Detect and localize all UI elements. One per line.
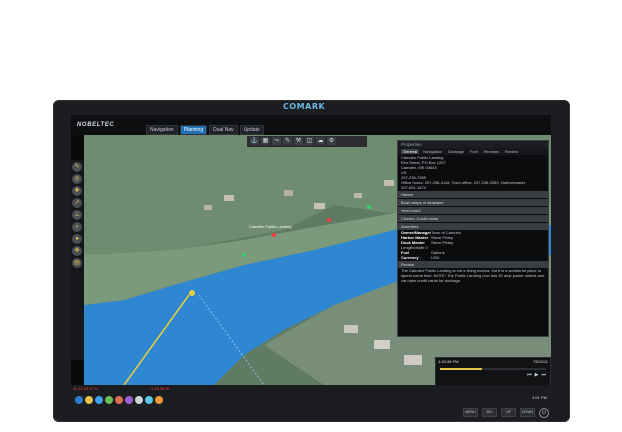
chart-icon[interactable] bbox=[105, 395, 113, 404]
rewind-icon[interactable]: ⏮ bbox=[527, 372, 532, 378]
app-logo: NOBELTEC bbox=[77, 122, 115, 128]
media-date: 7/5/2011 bbox=[532, 359, 548, 364]
weather-icon[interactable]: ☁ bbox=[316, 137, 325, 145]
settings-icon[interactable]: ⚙ bbox=[327, 137, 336, 145]
power-icon[interactable]: ⏻ bbox=[539, 408, 549, 418]
start-icon[interactable] bbox=[75, 395, 83, 404]
pencil-icon[interactable]: ✎ bbox=[72, 162, 82, 172]
app-topbar: NOBELTEC Navigation Planning Dual Nav Up… bbox=[71, 115, 551, 135]
hardware-buttons: MENU SEL UP DOWN ⏻ bbox=[463, 408, 549, 418]
app-icon[interactable] bbox=[155, 395, 163, 404]
playback-controls: ⏮ ▶ ⏭ bbox=[527, 372, 546, 378]
left-toolbar: ✎ ◎ ✚ ↗ ⟂ ⌕ ● ✥ ▤ bbox=[71, 160, 84, 360]
building bbox=[314, 203, 325, 209]
map-label: Camden Public Landing bbox=[249, 224, 291, 229]
panel-title: Properties bbox=[398, 141, 548, 148]
tab-navigation[interactable]: Navigation bbox=[146, 125, 178, 135]
system-tray-clock: 4:51 PM bbox=[532, 395, 547, 400]
taskbar bbox=[71, 394, 551, 405]
status-left: 11 23 10.47 N bbox=[73, 386, 98, 391]
hw-sel-button[interactable]: SEL bbox=[482, 408, 497, 417]
screen: NOBELTEC Navigation Planning Dual Nav Up… bbox=[71, 115, 551, 405]
section-header: Harbor bbox=[398, 191, 548, 198]
play-icon[interactable]: ▶ bbox=[535, 372, 539, 378]
forward-icon[interactable]: ⏭ bbox=[541, 372, 546, 378]
measure-icon[interactable]: ⟂ bbox=[72, 210, 82, 220]
review-text: The Camden Public Landing is not a fixin… bbox=[401, 268, 545, 283]
ptab-fuel[interactable]: Fuel bbox=[468, 149, 480, 154]
fuel-row: Currency USD bbox=[398, 255, 548, 260]
address-block: Camden Public Landing Elm Street, PO Box… bbox=[398, 155, 548, 190]
building bbox=[374, 340, 390, 349]
map-toolbar: ⚓ ▦ ⤳ ✎ ⚒ ◫ ☁ ⚙ bbox=[247, 136, 367, 147]
seek-bar[interactable] bbox=[440, 368, 546, 370]
fuel-key: Currency bbox=[401, 255, 419, 260]
tab-dual-nav[interactable]: Dual Nav bbox=[209, 125, 238, 135]
circle-icon[interactable]: ● bbox=[72, 234, 82, 244]
hw-down-button[interactable]: DOWN bbox=[520, 408, 535, 417]
buoy-red[interactable] bbox=[327, 218, 331, 222]
zoom-icon[interactable]: ⌕ bbox=[72, 222, 82, 232]
hw-menu-button[interactable]: MENU bbox=[463, 408, 478, 417]
kv-value: Steve Pixley bbox=[431, 240, 454, 245]
mark-icon[interactable]: ✚ bbox=[72, 186, 82, 196]
seek-fill bbox=[440, 368, 483, 370]
ptab-navigation[interactable]: Navigation bbox=[421, 149, 444, 154]
address-line: 207-691-1674 bbox=[401, 185, 426, 190]
brand-logo: COMARK bbox=[283, 102, 326, 111]
chart-icon[interactable]: ▦ bbox=[261, 137, 270, 145]
media-icon[interactable] bbox=[125, 395, 133, 404]
media-player: 4:45:38 PM 7/5/2011 ⏮ ▶ ⏭ bbox=[435, 357, 551, 386]
building bbox=[224, 195, 234, 201]
tab-planning[interactable]: Planning bbox=[179, 125, 208, 135]
section-header: Year round bbox=[398, 207, 548, 214]
anchor-icon[interactable]: ⚓ bbox=[250, 137, 259, 145]
building bbox=[344, 325, 358, 333]
building bbox=[284, 190, 293, 196]
layer-icon[interactable]: ▤ bbox=[72, 258, 82, 268]
review-heading: Review bbox=[398, 261, 548, 268]
building bbox=[354, 193, 362, 198]
media-time: 4:45:38 PM bbox=[438, 359, 459, 364]
target-icon[interactable]: ◎ bbox=[72, 174, 82, 184]
fuel-value: USD bbox=[431, 255, 440, 260]
tab-update[interactable]: Update bbox=[239, 125, 264, 135]
properties-panel: Properties General Navigation Dockage Fu… bbox=[397, 140, 549, 337]
section-header: Amenities bbox=[398, 223, 548, 230]
ptab-general[interactable]: General bbox=[401, 149, 420, 154]
status-bar: 11 23 10.47 N 4 45 38 W 4:51 PM bbox=[71, 385, 551, 405]
panel-tabs: General Navigation Dockage Fuel Reviews … bbox=[398, 148, 548, 155]
buoy-green[interactable] bbox=[367, 205, 371, 209]
clock-icon[interactable] bbox=[135, 395, 143, 404]
vessel-marker[interactable] bbox=[189, 290, 195, 296]
buoy-green[interactable] bbox=[242, 253, 246, 257]
route-icon[interactable]: ↗ bbox=[72, 198, 82, 208]
buoy-red[interactable] bbox=[272, 233, 276, 237]
pan-icon[interactable]: ✥ bbox=[72, 246, 82, 256]
tools-icon[interactable]: ✎ bbox=[283, 137, 292, 145]
section-header: Boat ramps or seaplane bbox=[398, 199, 548, 206]
status-mid: 4 45 38 W bbox=[151, 386, 170, 391]
section-header: Checks, Credit cards bbox=[398, 215, 548, 222]
browser-icon[interactable] bbox=[95, 395, 103, 404]
layers-icon[interactable]: ◫ bbox=[305, 137, 314, 145]
building bbox=[404, 355, 422, 365]
ptab-reviews[interactable]: Reviews bbox=[482, 149, 501, 154]
hw-up-button[interactable]: UP bbox=[501, 408, 516, 417]
ptab-review[interactable]: Review bbox=[503, 149, 520, 154]
weather-icon[interactable] bbox=[145, 395, 153, 404]
building bbox=[204, 205, 212, 210]
folder-icon[interactable] bbox=[85, 395, 93, 404]
monitor-bezel: COMARK NOBELTEC Navigation Planning Dual… bbox=[53, 100, 570, 422]
ptab-dockage[interactable]: Dockage bbox=[446, 149, 466, 154]
mail-icon[interactable] bbox=[115, 395, 123, 404]
wrench-icon[interactable]: ⚒ bbox=[294, 137, 303, 145]
route-icon[interactable]: ⤳ bbox=[272, 137, 281, 145]
tab-strip: Navigation Planning Dual Nav Update bbox=[146, 125, 264, 135]
building bbox=[384, 180, 394, 186]
